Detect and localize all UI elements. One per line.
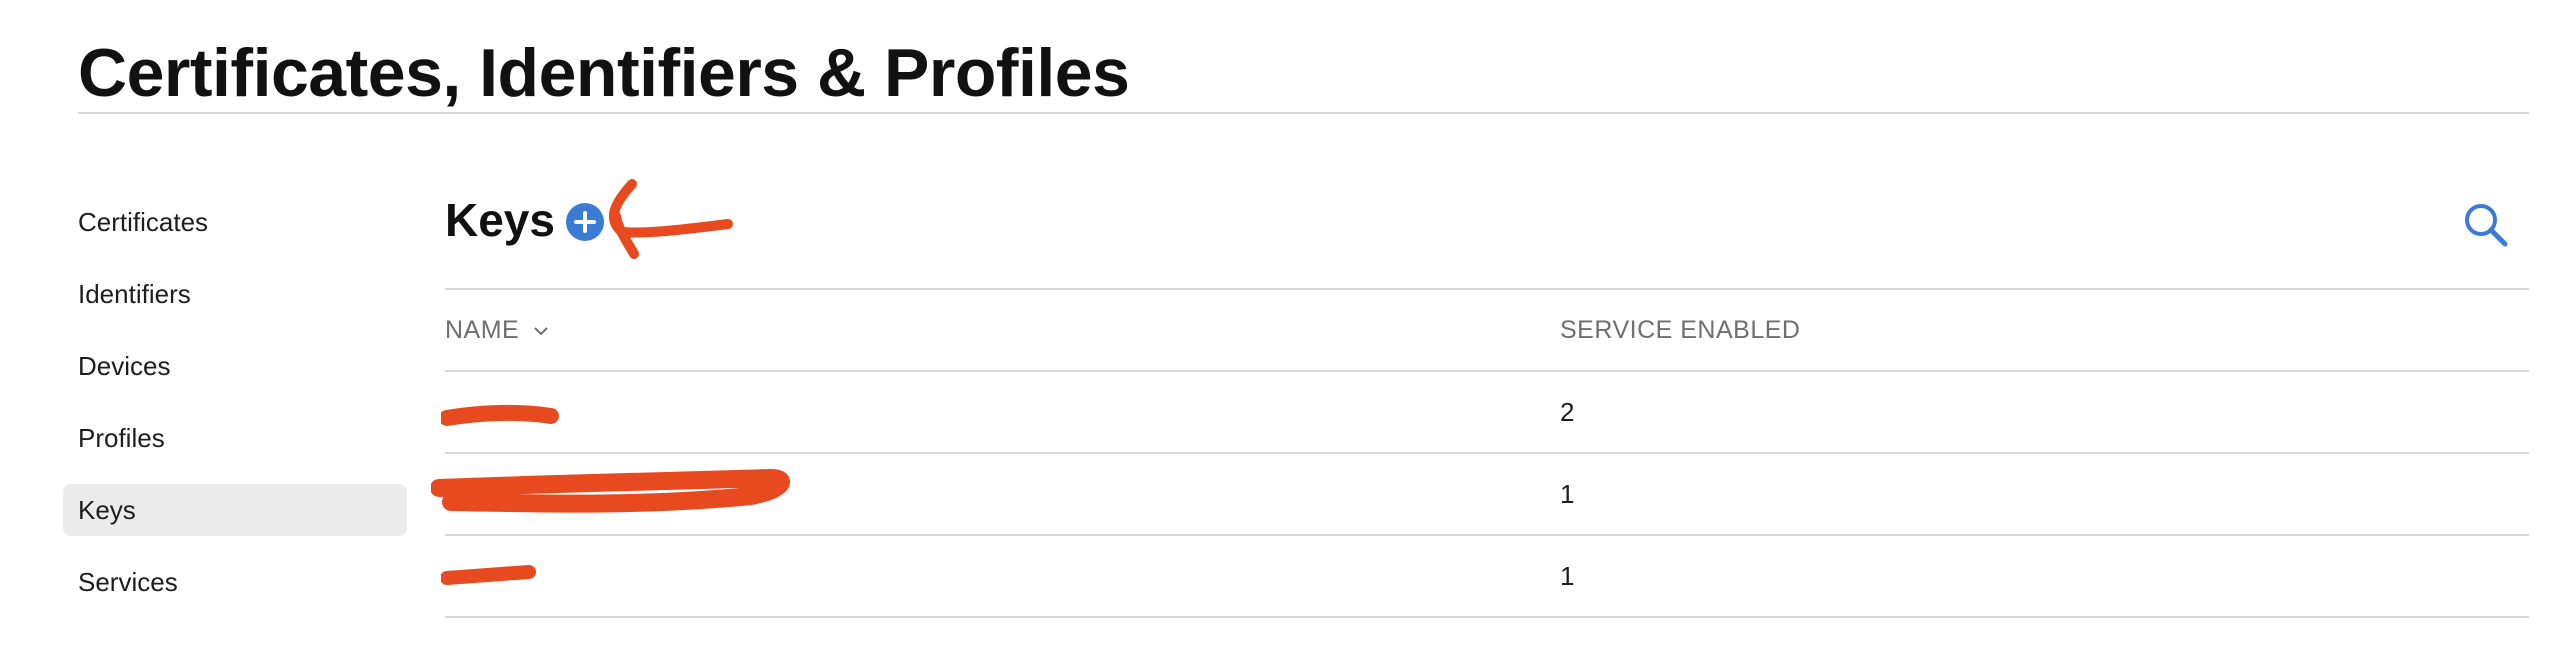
redaction-mark <box>441 404 559 426</box>
redaction-mark <box>441 565 536 585</box>
sidebar-item-label: Identifiers <box>78 279 191 309</box>
annotation-arrow-icon <box>608 179 733 259</box>
redaction-mark <box>431 468 791 513</box>
service-count: 2 <box>1560 397 1575 427</box>
sidebar-item-label: Profiles <box>78 423 165 453</box>
chevron-down-icon <box>533 327 548 336</box>
keys-table: NAME SERVICE ENABLED 2 1 1 <box>431 288 2529 618</box>
page: Certificates, Identifiers & Profiles Cer… <box>0 0 2572 672</box>
service-count: 1 <box>1560 479 1575 509</box>
plus-circle-icon <box>574 211 596 233</box>
sidebar-item-profiles[interactable]: Profiles <box>63 412 407 464</box>
column-header-name[interactable]: NAME <box>445 290 549 370</box>
magnifier-icon <box>2465 204 2508 247</box>
sidebar-item-label: Certificates <box>78 207 209 237</box>
table-row[interactable]: 2 <box>441 370 2529 452</box>
table-row[interactable]: 1 <box>431 452 2529 534</box>
page-title: Certificates, Identifiers & Profiles <box>78 35 1130 111</box>
title-divider <box>78 112 2529 114</box>
service-count: 1 <box>1560 561 1575 591</box>
sidebar-item-identifiers[interactable]: Identifiers <box>63 268 407 320</box>
sidebar-item-devices[interactable]: Devices <box>63 340 407 392</box>
table-header-row: NAME SERVICE ENABLED <box>445 288 2529 370</box>
search-button[interactable] <box>2460 199 2512 251</box>
add-key-button[interactable] <box>566 203 604 241</box>
sidebar-nav: Certificates Identifiers Devices Profile… <box>63 196 407 628</box>
sidebar-item-certificates[interactable]: Certificates <box>63 196 407 248</box>
table-row[interactable]: 1 <box>441 534 2529 618</box>
sidebar-item-label: Keys <box>78 495 136 525</box>
section-title: Keys <box>445 194 555 246</box>
sidebar-item-label: Services <box>78 567 178 597</box>
column-header-label: NAME <box>445 316 520 344</box>
column-header-service-enabled: SERVICE ENABLED <box>1560 316 1801 344</box>
sidebar-item-services[interactable]: Services <box>63 556 407 608</box>
sidebar-item-keys[interactable]: Keys <box>63 484 407 536</box>
sidebar-item-label: Devices <box>78 351 171 381</box>
